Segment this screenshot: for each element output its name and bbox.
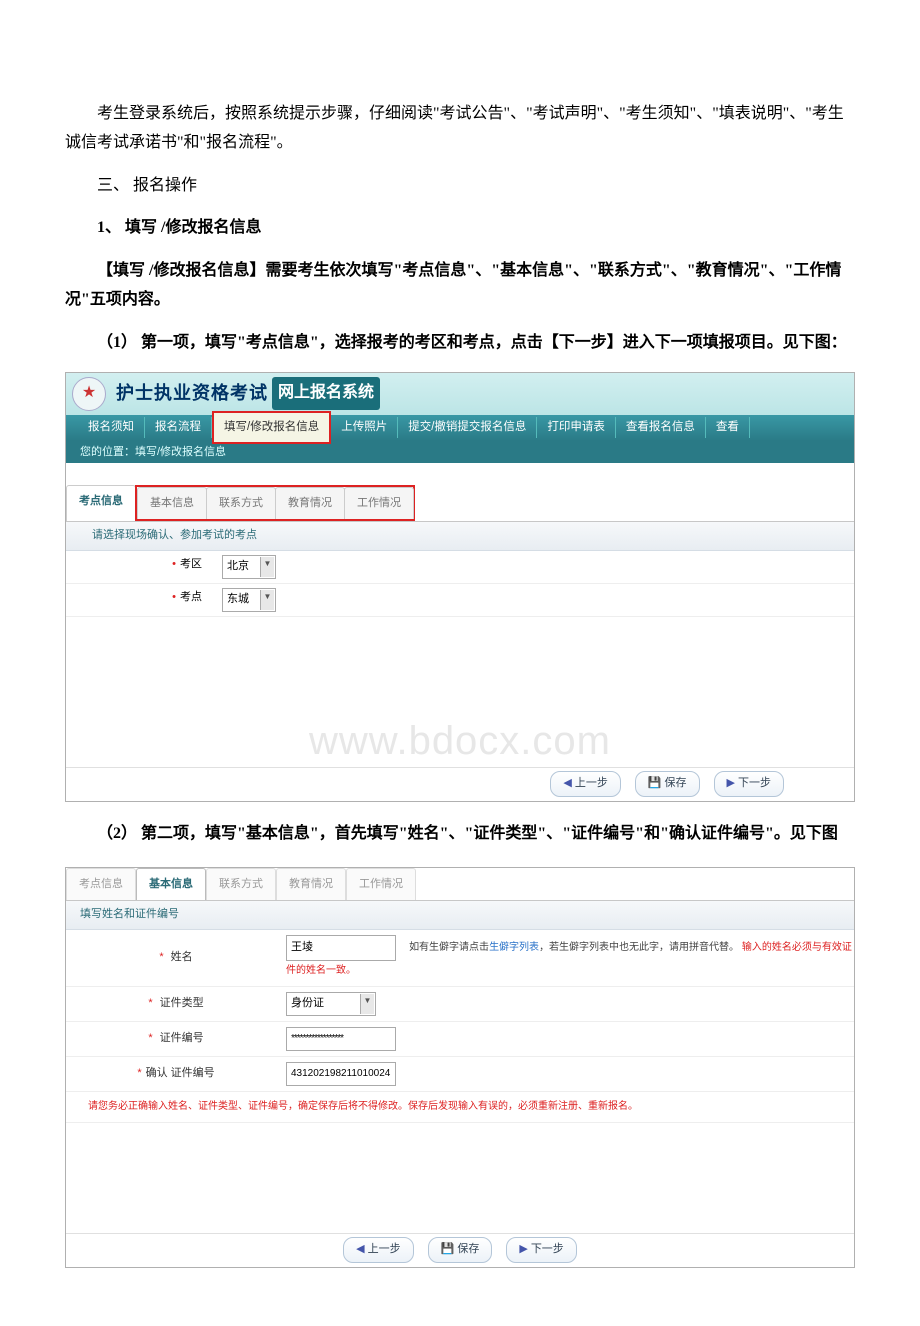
save-icon: 💾 bbox=[441, 1240, 455, 1260]
chevron-down-icon: ▼ bbox=[260, 590, 274, 610]
save-button-2[interactable]: 💾保存 bbox=[428, 1237, 493, 1263]
logo-badge: ★ bbox=[72, 377, 106, 411]
nav-item-view[interactable]: 查看报名信息 bbox=[616, 417, 706, 438]
nav-item-more[interactable]: 查看 bbox=[706, 417, 750, 438]
ss1-subheading: 请选择现场确认、参加考试的考点 bbox=[66, 522, 854, 551]
system-title-sub: 网上报名系统 bbox=[272, 377, 380, 410]
ss1-body-space: www.bdocx.com bbox=[66, 617, 854, 767]
name-input[interactable]: 王堎 bbox=[286, 935, 396, 961]
tab-jiben[interactable]: 基本信息 bbox=[137, 487, 207, 520]
nav-item-upload-photo[interactable]: 上传照片 bbox=[331, 417, 398, 438]
row-name: * 姓名 王堎 如有生僻字请点击生僻字列表，若生僻字列表中也无此字，请用拼音代替… bbox=[66, 930, 854, 987]
paragraph-intro: 考生登录系统后，按照系统提示步骤，仔细阅读"考试公告"、"考试声明"、"考生须知… bbox=[65, 100, 855, 158]
ss2-footer: ◀上一步 💾保存 ▶下一步 bbox=[66, 1233, 854, 1267]
required-star: * bbox=[148, 1032, 152, 1044]
tab-gongzuo[interactable]: 工作情况 bbox=[344, 487, 414, 520]
nav-item-print[interactable]: 打印申请表 bbox=[537, 417, 616, 438]
paragraph-step-1: （1） 第一项，填写"考点信息"，选择报考的考区和考点，点击【下一步】进入下一项… bbox=[65, 329, 855, 358]
label-kaoqu: 考区 bbox=[180, 558, 202, 570]
ss1-tabs: 考点信息 基本信息 联系方式 教育情况 工作情况 bbox=[66, 485, 854, 523]
ss1-nav-bar: 报名须知 报名流程 填写/修改报名信息 上传照片 提交/撤销提交报名信息 打印申… bbox=[66, 415, 854, 441]
required-dot: • bbox=[172, 591, 176, 603]
heading-section-3: 三、 报名操作 bbox=[65, 172, 855, 201]
chevron-down-icon: ▼ bbox=[260, 557, 274, 577]
nav-item-notice[interactable]: 报名须知 bbox=[66, 417, 145, 438]
idno-input[interactable]: ****************** bbox=[286, 1027, 396, 1051]
required-star: * bbox=[159, 951, 163, 963]
label-name: 姓名 bbox=[171, 951, 193, 963]
row-kaoqu: • 考区 北京▼ bbox=[66, 551, 854, 584]
select-kaoqu[interactable]: 北京▼ bbox=[222, 555, 276, 579]
label-kaodian: 考点 bbox=[180, 591, 202, 603]
label-idno-confirm: 确认 证件编号 bbox=[146, 1067, 215, 1079]
arrow-left-icon: ◀ bbox=[563, 774, 571, 794]
idno-confirm-input[interactable]: 431202198211010024 bbox=[286, 1062, 396, 1086]
label-idno: 证件编号 bbox=[160, 1032, 204, 1044]
arrow-left-icon: ◀ bbox=[356, 1240, 364, 1260]
heading-item-1: 1、 填写 /修改报名信息 bbox=[65, 214, 855, 243]
required-star: * bbox=[148, 997, 152, 1009]
nav-item-submit[interactable]: 提交/撤销提交报名信息 bbox=[398, 417, 537, 438]
nav-item-edit-info[interactable]: 填写/修改报名信息 bbox=[212, 411, 331, 444]
arrow-right-icon: ▶ bbox=[519, 1240, 527, 1260]
screenshot-2: 考点信息 基本信息 联系方式 教育情况 工作情况 填写姓名和证件编号 * 姓名 … bbox=[65, 867, 855, 1268]
ss1-footer: ◀上一步 💾保存 ▶下一步 bbox=[66, 767, 854, 801]
ss2-subheading: 填写姓名和证件编号 bbox=[66, 901, 854, 930]
required-dot: • bbox=[172, 558, 176, 570]
select-kaodian[interactable]: 东城▼ bbox=[222, 588, 276, 612]
tab2-kaodian[interactable]: 考点信息 bbox=[66, 868, 136, 901]
star-icon: ★ bbox=[82, 379, 96, 408]
next-button[interactable]: ▶下一步 bbox=[714, 771, 784, 797]
paragraph-step-2: （2） 第二项，填写"基本信息"，首先填写"姓名"、"证件类型"、"证件编号"和… bbox=[65, 820, 855, 849]
next-button-2[interactable]: ▶下一步 bbox=[506, 1237, 576, 1263]
arrow-right-icon: ▶ bbox=[727, 774, 735, 794]
paragraph-fill-desc: 【填写 /修改报名信息】需要考生依次填写"考点信息"、"基本信息"、"联系方式"… bbox=[65, 257, 855, 315]
prev-button-2[interactable]: ◀上一步 bbox=[343, 1237, 413, 1263]
prev-button[interactable]: ◀上一步 bbox=[550, 771, 620, 797]
tab2-gongzuo[interactable]: 工作情况 bbox=[346, 868, 416, 901]
tab-lianxi[interactable]: 联系方式 bbox=[206, 487, 276, 520]
ss1-header-bar: ★ 护士执业资格考试 网上报名系统 bbox=[66, 373, 854, 415]
tabs-redbox: 基本信息 联系方式 教育情况 工作情况 bbox=[135, 485, 415, 522]
row-idno: * 证件编号 ****************** bbox=[66, 1022, 854, 1057]
tab2-jiben[interactable]: 基本信息 bbox=[136, 868, 206, 901]
breadcrumb: 您的位置：填写/修改报名信息 bbox=[66, 441, 854, 463]
ss2-body-space bbox=[66, 1123, 854, 1233]
chevron-down-icon: ▼ bbox=[360, 994, 374, 1014]
row-idtype: * 证件类型 身份证▼ bbox=[66, 987, 854, 1022]
nav-item-process[interactable]: 报名流程 bbox=[145, 417, 212, 438]
save-button[interactable]: 💾保存 bbox=[635, 771, 700, 797]
system-title-main: 护士执业资格考试 bbox=[116, 377, 268, 409]
label-idtype: 证件类型 bbox=[160, 997, 204, 1009]
row-kaodian: • 考点 东城▼ bbox=[66, 584, 854, 617]
watermark-text: www.bdocx.com bbox=[66, 705, 854, 777]
row-idno-confirm: * 确认 证件编号 431202198211010024 bbox=[66, 1057, 854, 1092]
required-star: * bbox=[137, 1067, 141, 1079]
tab2-jiaoyu[interactable]: 教育情况 bbox=[276, 868, 346, 901]
confirm-warning: 请您务必正确输入姓名、证件类型、证件编号，确定保存后将不得修改。保存后发现输入有… bbox=[66, 1092, 854, 1123]
tab2-lianxi[interactable]: 联系方式 bbox=[206, 868, 276, 901]
save-icon: 💾 bbox=[648, 774, 662, 794]
tab-jiaoyu[interactable]: 教育情况 bbox=[275, 487, 345, 520]
tab-kaodian[interactable]: 考点信息 bbox=[66, 485, 136, 522]
screenshot-1: ★ 护士执业资格考试 网上报名系统 报名须知 报名流程 填写/修改报名信息 上传… bbox=[65, 372, 855, 802]
rare-char-link[interactable]: 生僻字列表 bbox=[489, 942, 539, 953]
ss2-tabs: 考点信息 基本信息 联系方式 教育情况 工作情况 bbox=[66, 868, 854, 902]
select-idtype[interactable]: 身份证▼ bbox=[286, 992, 376, 1016]
